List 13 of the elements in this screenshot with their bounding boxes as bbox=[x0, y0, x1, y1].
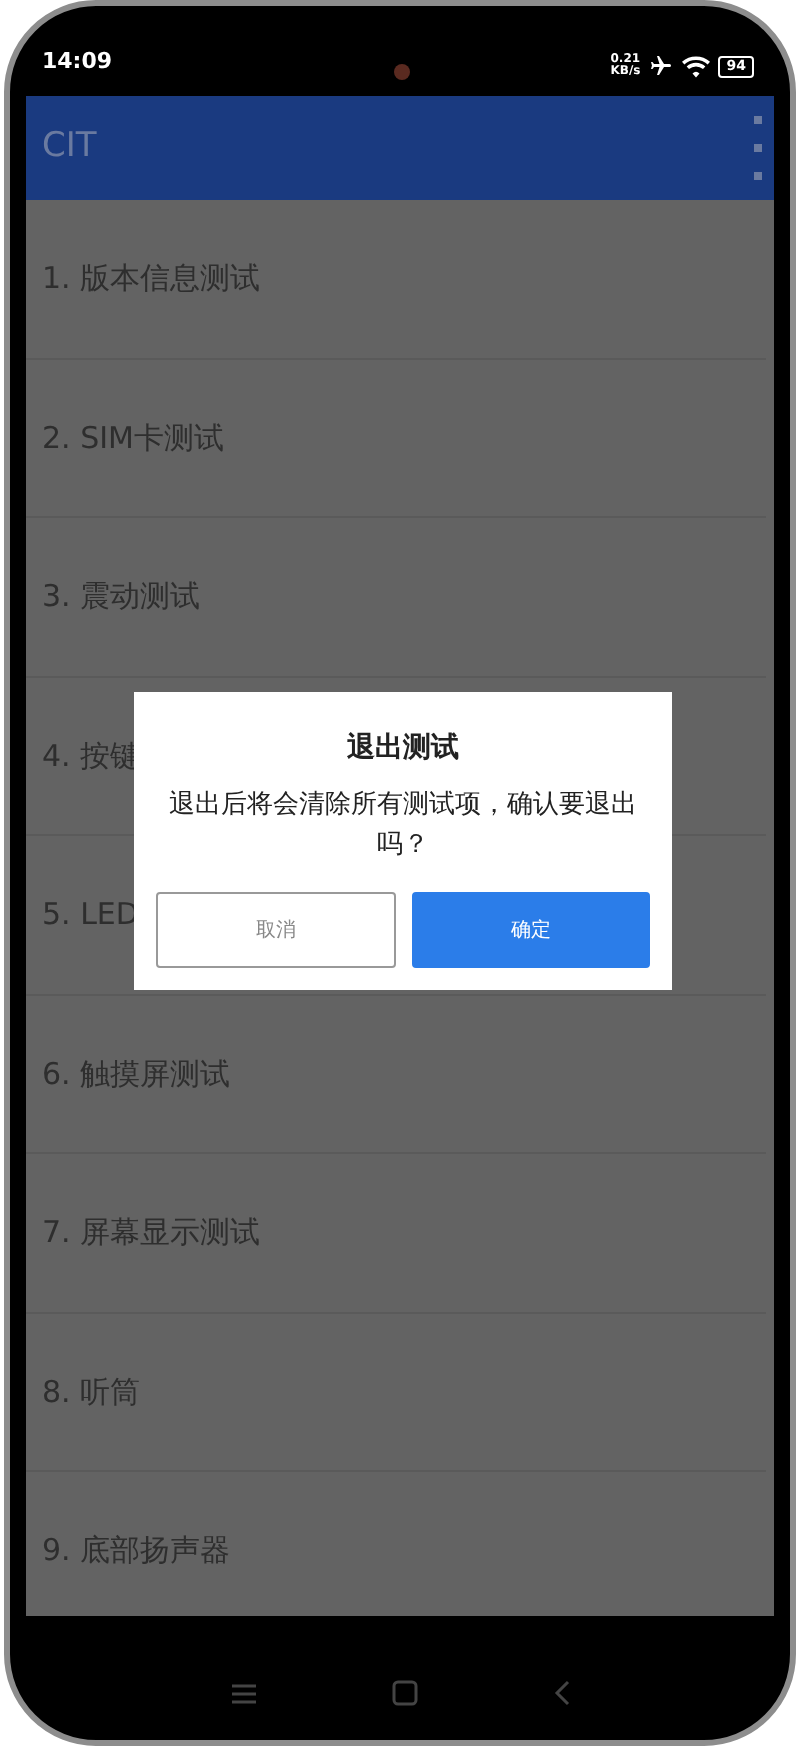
confirm-button[interactable]: 确定 bbox=[411, 892, 650, 968]
cancel-button[interactable]: 取消 bbox=[156, 892, 395, 968]
dialog-message: 退出后将会清除所有测试项，确认要退出吗？ bbox=[167, 788, 639, 864]
camera-icon bbox=[394, 64, 410, 80]
dialog-title: 退出测试 bbox=[345, 730, 461, 768]
home-icon[interactable] bbox=[391, 1680, 417, 1706]
menu-icon[interactable] bbox=[231, 1683, 255, 1703]
back-icon[interactable] bbox=[553, 1680, 569, 1706]
airplane-icon bbox=[648, 54, 675, 78]
status-time: 14:09 bbox=[42, 45, 113, 77]
more-options-icon[interactable] bbox=[754, 116, 762, 180]
wifi-icon bbox=[682, 55, 711, 77]
app-title: CIT bbox=[42, 124, 97, 171]
